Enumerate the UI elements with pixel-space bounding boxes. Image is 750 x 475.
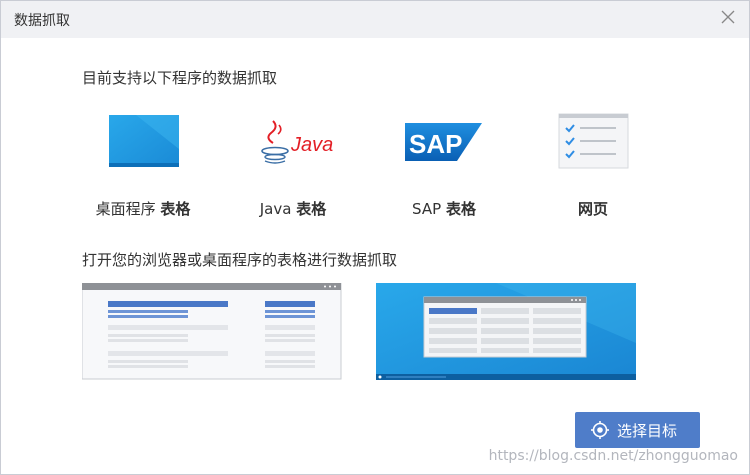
app-option-desktop[interactable]: 桌面程序 表格 [68, 109, 218, 224]
app-name: SAP [412, 200, 442, 218]
close-button[interactable] [717, 6, 741, 30]
app-name: 桌面程序 [95, 200, 156, 218]
app-label-java: Java 表格 [218, 198, 368, 219]
desktop-window-icon [68, 109, 218, 173]
app-label-desktop: 桌面程序 表格 [68, 198, 218, 219]
watermark-text: https://blog.csdn.net/zhongguomao [488, 448, 738, 464]
app-name: Java [259, 200, 292, 218]
close-icon [721, 10, 735, 24]
open-programs-heading: 打开您的浏览器或桌面程序的表格进行数据抓取 [82, 251, 398, 269]
app-option-sap[interactable]: SAP SAP 表格 [369, 109, 519, 224]
app-label-sap: SAP 表格 [369, 198, 519, 219]
browser-table-thumbnail[interactable] [82, 283, 342, 380]
app-option-java[interactable]: Java Java 表格 [218, 109, 368, 224]
app-label-web: 网页 [518, 198, 668, 219]
supported-programs-heading: 目前支持以下程序的数据抓取 [82, 69, 278, 87]
select-target-label: 选择目标 [617, 422, 678, 440]
dialog-title: 数据抓取 [14, 13, 70, 29]
app-option-web[interactable]: 网页 [518, 109, 668, 224]
app-suffix: 表格 [296, 200, 327, 218]
web-checklist-icon [518, 109, 668, 173]
app-suffix: 表格 [445, 200, 476, 218]
app-suffix: 网页 [577, 200, 608, 218]
data-capture-dialog: 数据抓取 目前支持以下程序的数据抓取 桌面程序 表格 Java Java 表格 … [0, 0, 750, 475]
title-bar: 数据抓取 [1, 1, 749, 38]
svg-text:SAP: SAP [409, 129, 462, 159]
sap-logo-icon: SAP [369, 109, 519, 173]
app-suffix: 表格 [160, 200, 191, 218]
select-target-button[interactable]: 选择目标 [575, 412, 700, 448]
svg-text:Java: Java [290, 134, 333, 156]
desktop-table-thumbnail[interactable] [376, 283, 636, 380]
java-logo-icon: Java [218, 109, 368, 173]
target-icon [591, 421, 609, 439]
